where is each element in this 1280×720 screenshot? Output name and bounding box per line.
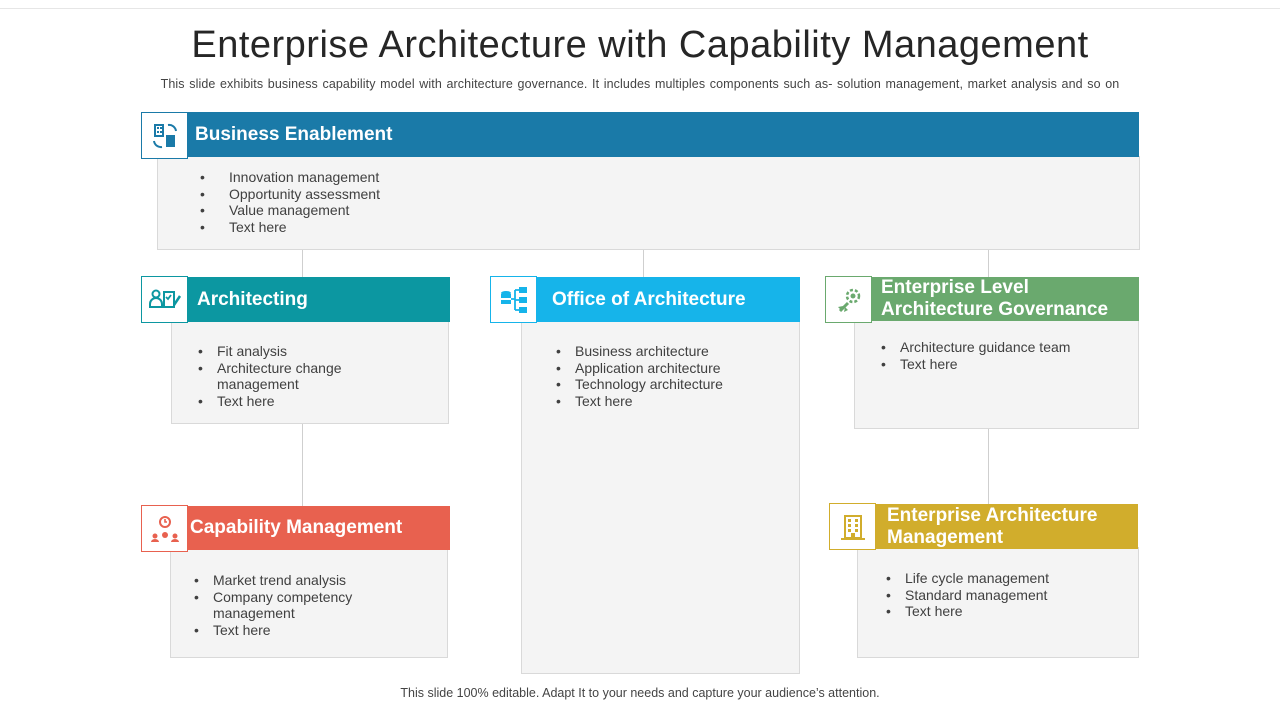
- list-item: Text here: [886, 603, 1115, 620]
- connector-line: [988, 250, 989, 278]
- building-exchange-icon: [141, 112, 188, 159]
- capability-management-list: Market trend analysis Company competency…: [194, 572, 393, 639]
- governance-panel: [854, 319, 1139, 429]
- page-title: Enterprise Architecture with Capability …: [191, 24, 1089, 66]
- list-item: Text here: [200, 219, 629, 236]
- connector-line: [302, 423, 303, 507]
- business-enablement-header: Business Enablement: [141, 112, 1139, 157]
- list-item: Architecture change management: [198, 360, 397, 393]
- architecting-list: Fit analysis Architecture change managem…: [198, 343, 397, 410]
- team-checklist-icon: [141, 276, 188, 323]
- list-item: Text here: [198, 393, 397, 410]
- connector-line: [988, 428, 989, 506]
- list-item: Architecture guidance team: [881, 339, 1120, 356]
- list-item: Market trend analysis: [194, 572, 393, 589]
- list-item: Text here: [556, 393, 785, 410]
- list-item: Life cycle management: [886, 570, 1115, 587]
- business-enablement-title: Business Enablement: [195, 123, 393, 145]
- list-item: Text here: [194, 622, 393, 639]
- governance-header: Enterprise Level Architecture Governance: [825, 277, 1139, 321]
- business-enablement-list: Innovation management Opportunity assess…: [200, 169, 629, 236]
- rocket-gear-icon: [825, 276, 872, 323]
- office-building-icon: [829, 503, 876, 550]
- connector-line: [302, 250, 303, 278]
- list-item: Value management: [200, 202, 629, 219]
- database-hierarchy-icon: [490, 276, 537, 323]
- list-item: Company competency management: [194, 589, 393, 622]
- office-of-architecture-title: Office of Architecture: [552, 288, 746, 310]
- list-item: Fit analysis: [198, 343, 397, 360]
- architecting-title: Architecting: [197, 288, 308, 310]
- office-of-architecture-list: Business architecture Application archit…: [556, 343, 785, 410]
- list-item: Technology architecture: [556, 376, 785, 393]
- ea-management-title: Enterprise Architecture Management: [887, 504, 1098, 548]
- clock-people-gear-icon: [141, 505, 188, 552]
- list-item: Text here: [881, 356, 1120, 373]
- page-subtitle: This slide exhibits business capability …: [160, 77, 1120, 91]
- connector-line: [643, 250, 644, 278]
- list-item: Application architecture: [556, 360, 785, 377]
- governance-title: Enterprise Level Architecture Governance: [881, 277, 1109, 320]
- top-divider: [0, 8, 1280, 9]
- list-item: Standard management: [886, 587, 1115, 604]
- capability-management-title: Capability Management: [190, 517, 403, 538]
- list-item: Innovation management: [200, 169, 629, 186]
- list-item: Opportunity assessment: [200, 186, 629, 203]
- page-footer: This slide 100% editable. Adapt It to yo…: [400, 686, 880, 700]
- list-item: Business architecture: [556, 343, 785, 360]
- governance-list: Architecture guidance team Text here: [881, 339, 1120, 373]
- ea-management-list: Life cycle management Standard managemen…: [886, 570, 1115, 620]
